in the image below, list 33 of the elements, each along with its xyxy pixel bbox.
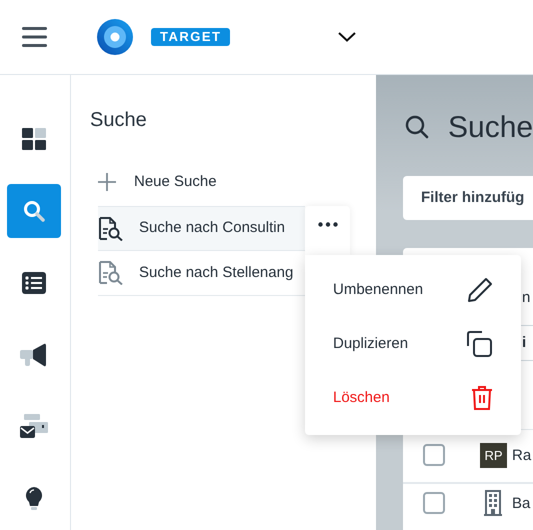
company-name: Ba — [512, 494, 530, 514]
list-icon — [22, 272, 46, 294]
building-icon — [484, 490, 502, 516]
megaphone-icon — [20, 343, 48, 367]
chevron-down-icon[interactable] — [338, 32, 356, 42]
menu-icon[interactable] — [22, 27, 47, 47]
search-nav-button[interactable] — [7, 184, 61, 238]
plus-icon — [98, 173, 116, 191]
brand-badge: TARGET — [151, 28, 230, 46]
lightbulb-icon — [25, 487, 43, 511]
logo-icon — [97, 19, 133, 55]
dashboard-icon — [22, 128, 46, 150]
company-name: Ra — [512, 446, 532, 466]
search-icon — [23, 200, 45, 222]
card-text: n — [522, 288, 530, 308]
copy-icon — [467, 331, 493, 357]
new-search-button[interactable]: Neue Suche — [98, 167, 217, 197]
trash-icon — [471, 385, 493, 411]
more-icon — [318, 222, 338, 227]
panel-title: Suche — [90, 108, 147, 133]
company-avatar: RP — [480, 443, 507, 468]
menu-item[interactable]: Duplizieren — [305, 317, 521, 371]
menu-item[interactable]: Löschen — [305, 371, 521, 425]
document-search-icon — [98, 216, 124, 240]
row-checkbox[interactable] — [423, 492, 445, 514]
add-filter-button[interactable]: Filter hinzufüg — [403, 176, 533, 220]
saved-search-item[interactable]: Suche nach Consultin — [98, 206, 305, 251]
search-icon — [405, 115, 429, 139]
document-search-icon — [98, 261, 124, 285]
row-checkbox[interactable] — [423, 444, 445, 466]
pencil-icon — [467, 277, 493, 303]
mail-stack-icon — [20, 414, 48, 440]
page-title: Suche — [448, 110, 533, 146]
